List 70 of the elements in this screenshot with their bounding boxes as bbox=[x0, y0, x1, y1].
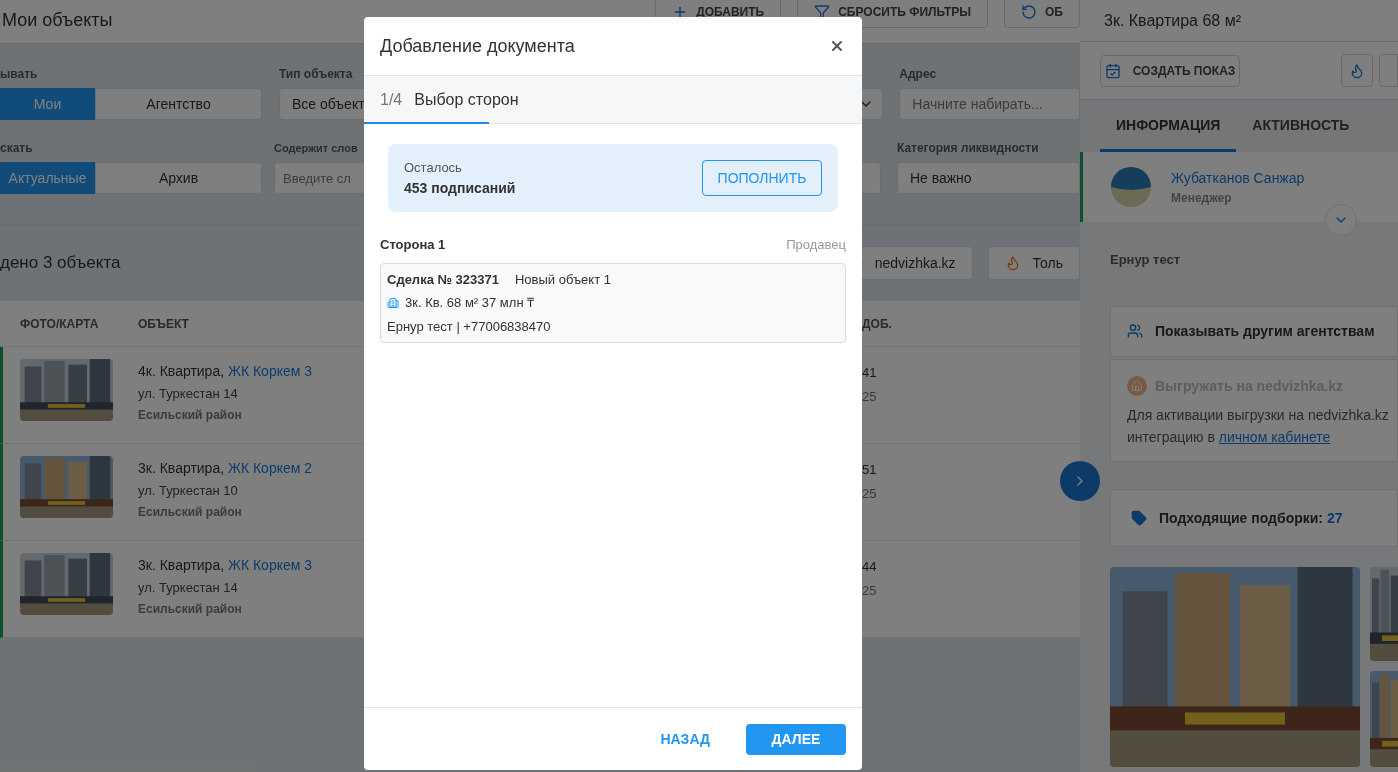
page-title: Мои объекты bbox=[1, 9, 113, 32]
share-label: Показывать другим агентствам bbox=[1155, 322, 1375, 341]
field-label: Тип объекта bbox=[279, 66, 354, 82]
table-cell-text: 25 bbox=[862, 387, 877, 406]
field-label: ывать bbox=[0, 66, 39, 82]
object-summary: 3к. Кв. 68 м² 37 млн ₸ bbox=[405, 294, 535, 312]
expand-button[interactable] bbox=[1325, 204, 1357, 236]
object-district: Есильский район bbox=[138, 406, 243, 423]
object-street: ул. Туркестан 10 bbox=[138, 482, 239, 500]
segment-button[interactable]: Актуальные bbox=[0, 162, 95, 194]
object-district: Есильский район bbox=[138, 503, 243, 520]
selections-card[interactable]: Подходящие подборки: 27 bbox=[1110, 488, 1398, 547]
hot-button[interactable] bbox=[1341, 54, 1374, 87]
drawer-tab[interactable]: АКТИВНОСТЬ bbox=[1236, 100, 1366, 152]
complex-link[interactable]: ЖК Коркем 3 bbox=[228, 363, 313, 379]
owner-name: Ернур тест bbox=[1110, 251, 1182, 269]
house-icon bbox=[1127, 375, 1147, 396]
table-cell-text: 25 bbox=[862, 484, 877, 503]
share-card[interactable]: Показывать другим агентствам bbox=[1110, 305, 1398, 357]
create-showing-button[interactable]: СОЗДАТЬ ПОКАЗ bbox=[1100, 54, 1241, 87]
field-label: скать bbox=[0, 140, 34, 156]
step-title: Выбор сторон bbox=[414, 89, 519, 110]
address-field[interactable]: Начните набирать... bbox=[899, 88, 1080, 120]
table-cell-text: 41 bbox=[862, 364, 877, 382]
top-up-button[interactable]: ПОПОЛНИТЬ bbox=[702, 160, 822, 196]
object-street: ул. Туркестан 14 bbox=[138, 579, 239, 597]
segment-button[interactable]: Агентство bbox=[95, 88, 262, 120]
building-icon bbox=[387, 296, 399, 309]
users-icon bbox=[1127, 323, 1143, 339]
table-cell-text: 44 bbox=[862, 558, 877, 576]
step-counter: 1/4 bbox=[380, 89, 403, 110]
manager-name[interactable]: Жубатканов Санжар bbox=[1171, 168, 1305, 188]
party-title: Сторона 1 bbox=[380, 236, 446, 254]
contact-line: Ернур тест | +77006838470 bbox=[387, 317, 552, 336]
balance-label: Осталось bbox=[404, 159, 463, 178]
calendar-icon bbox=[1104, 62, 1121, 79]
tag-icon bbox=[1131, 509, 1147, 526]
drawer-title: 3к. Квартира 68 м² bbox=[1104, 10, 1241, 31]
refresh-icon bbox=[1021, 4, 1038, 20]
next-button[interactable]: ДАЛЕЕ bbox=[746, 723, 846, 755]
balance-value: 453 подписаний bbox=[404, 178, 516, 198]
close-icon bbox=[829, 38, 845, 54]
segment-button[interactable]: Мои bbox=[0, 88, 95, 120]
segment-button[interactable]: Архив bbox=[95, 162, 262, 194]
complex-link[interactable]: ЖК Коркем 3 bbox=[228, 557, 313, 573]
results-count: дено 3 объекта bbox=[0, 252, 122, 275]
table-cell-text: 51 bbox=[862, 461, 877, 479]
field-label: Адрес bbox=[899, 66, 938, 82]
select-field[interactable]: Не важно bbox=[896, 162, 1080, 194]
avatar bbox=[1111, 167, 1151, 207]
object-name: Новый объект 1 bbox=[514, 270, 611, 289]
complex-link[interactable]: ЖК Коркем 2 bbox=[228, 460, 313, 476]
column-header: ОБЪЕКТ bbox=[138, 316, 189, 331]
object-street: ул. Туркестан 14 bbox=[138, 385, 239, 403]
export-hint: Для активации выгрузки на nedvizhka.kz интеграцию в личном кабинете bbox=[1127, 405, 1390, 447]
table-cell-text: 25 bbox=[862, 581, 877, 600]
dialog-title: Добавление документа bbox=[380, 35, 575, 58]
object-district: Есильский район bbox=[138, 600, 243, 617]
toolbar-button[interactable]: ОБ bbox=[1004, 0, 1080, 28]
filter-icon bbox=[814, 4, 831, 20]
deal-number: Сделка № 323371 bbox=[387, 270, 499, 289]
back-button[interactable]: НАЗАД bbox=[660, 729, 710, 749]
selections-label: Подходящие подборки: 27 bbox=[1159, 508, 1343, 528]
field-label: Содержит слов bbox=[274, 141, 359, 156]
column-header: ФОТО/КАРТА bbox=[20, 316, 99, 331]
filter-chip[interactable]: Толь bbox=[987, 246, 1080, 280]
manager-role: Менеджер bbox=[1171, 190, 1233, 206]
column-header: ДОБ. bbox=[862, 315, 892, 332]
party-card[interactable]: Сделка № 323371 Новый объект 1 3к. Кв. 68 м² 37 млн ₸ Ернур тест | +77006838470 bbox=[380, 262, 846, 343]
field-label: Категория ликвидности bbox=[896, 140, 1040, 156]
